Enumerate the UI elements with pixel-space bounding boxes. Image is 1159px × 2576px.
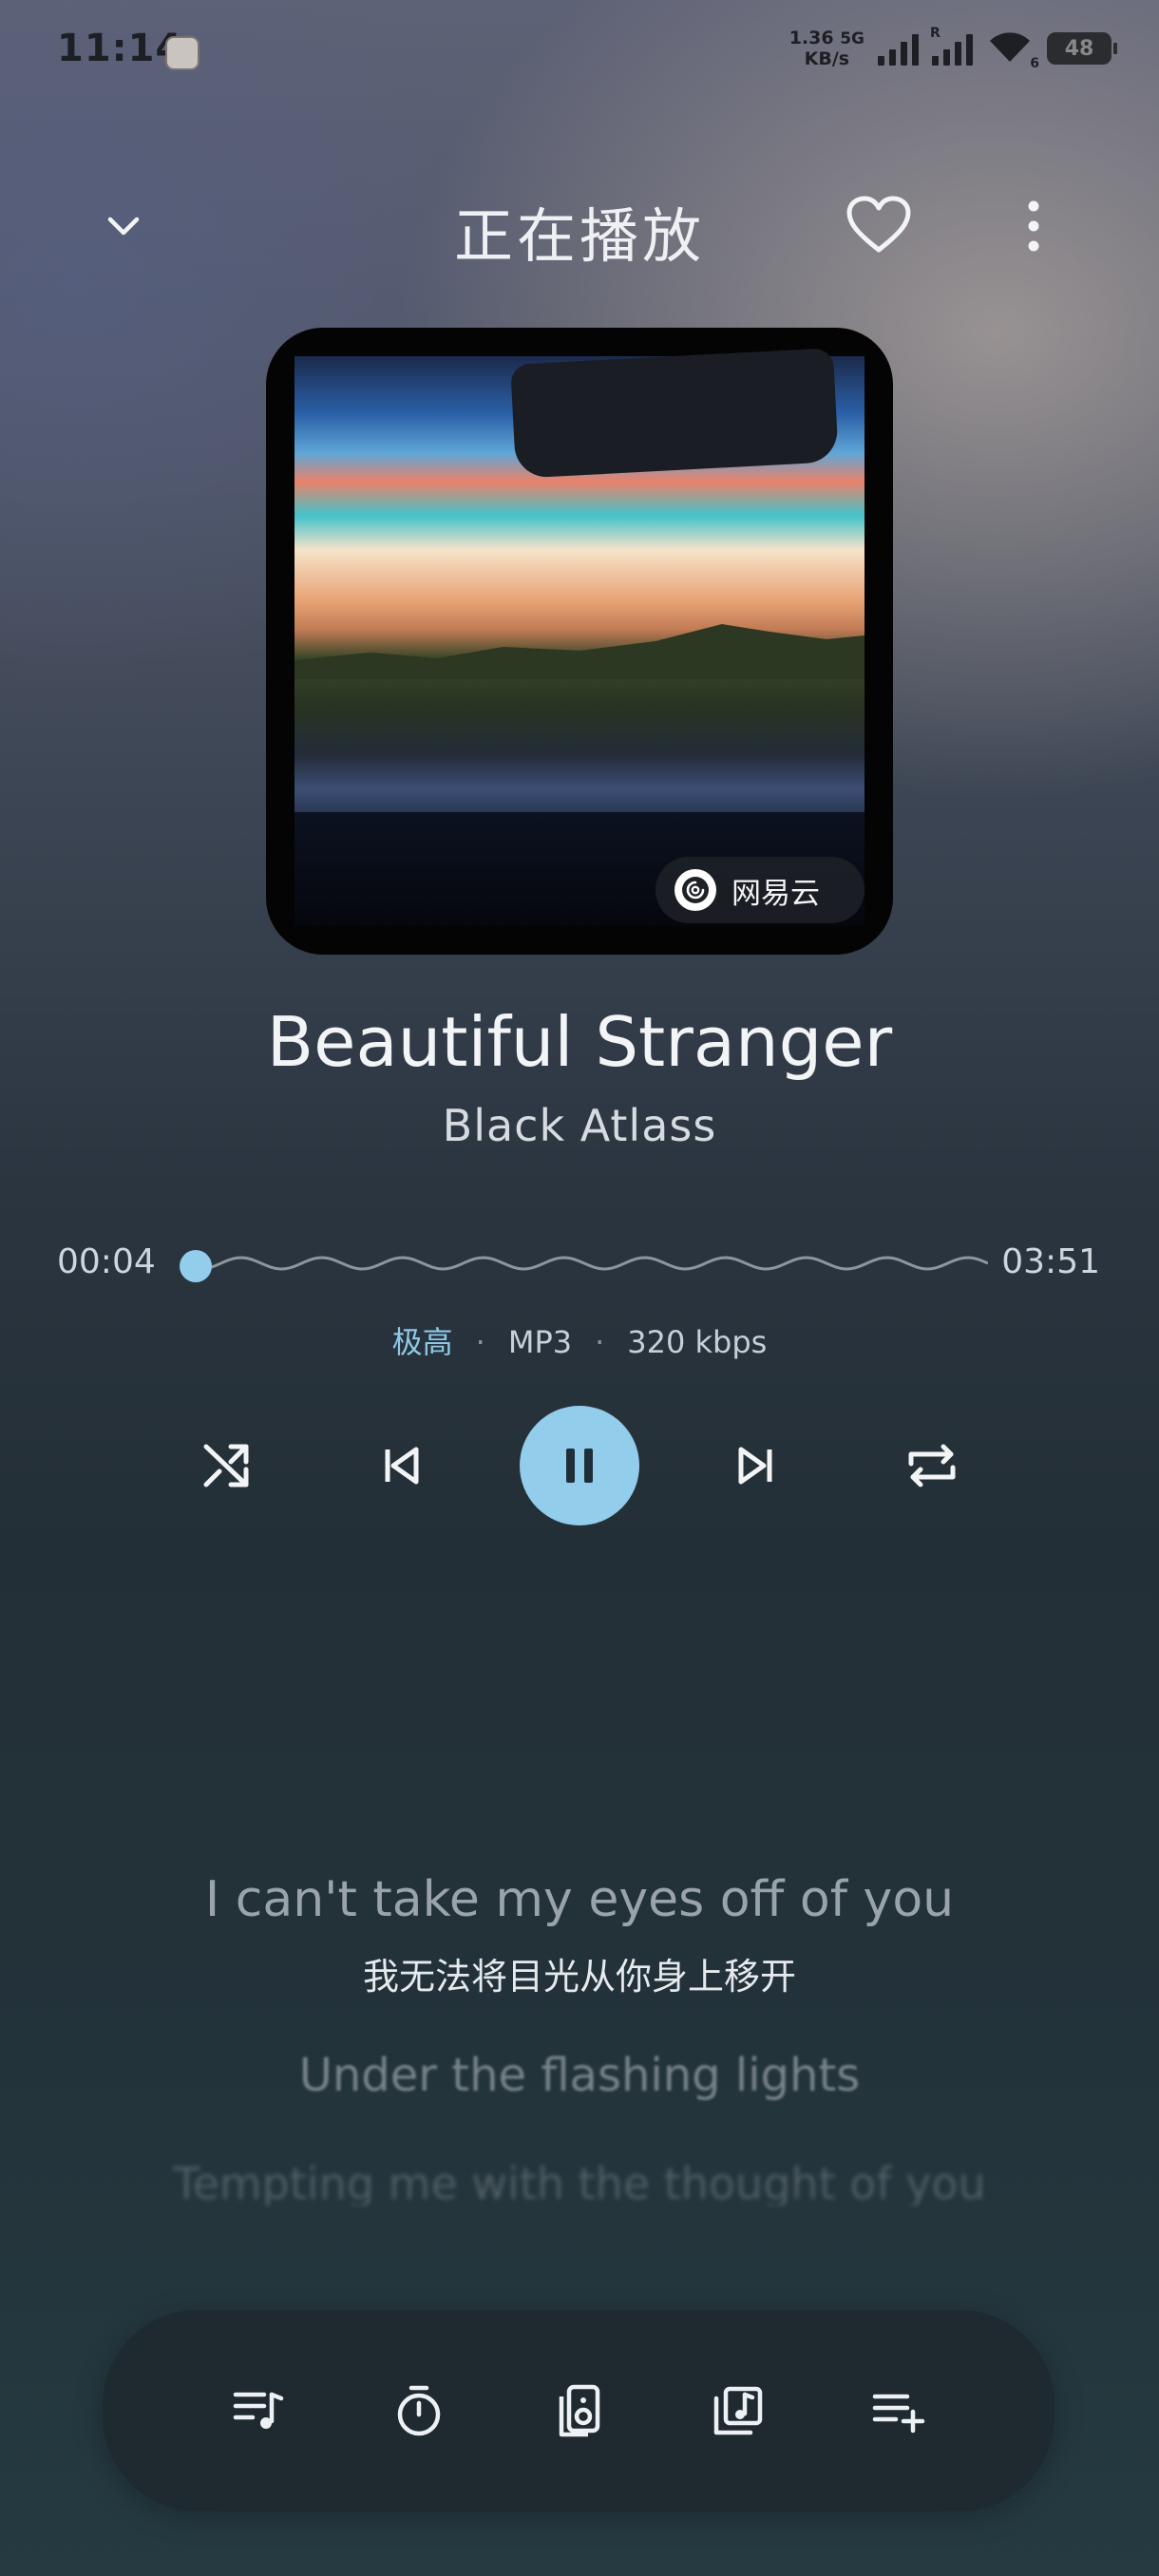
- speaker-icon[interactable]: [541, 2373, 617, 2449]
- network-speed-unit: KB/s: [804, 47, 850, 69]
- notification-app-icon: [165, 36, 200, 70]
- signal-sim2-icon: R: [930, 26, 973, 66]
- song-title: Beautiful Stranger: [266, 1002, 893, 1082]
- status-indicators: 1.36 5G KB/s R 6 48: [789, 25, 1117, 72]
- next-icon[interactable]: [724, 1434, 787, 1497]
- bitrate: 320 kbps: [627, 1324, 768, 1360]
- audio-format: MP3: [507, 1324, 573, 1360]
- wifi-level: 6: [1030, 56, 1039, 71]
- netease-badge: 网易云: [656, 857, 864, 923]
- album-artwork-image: [294, 348, 864, 926]
- progress-thumb[interactable]: [180, 1250, 212, 1282]
- progress-wave-track[interactable]: [180, 1244, 988, 1282]
- playlist-icon[interactable]: [220, 2373, 296, 2449]
- add-to-queue-icon[interactable]: [861, 2373, 937, 2449]
- lyric-current-translation[interactable]: 我无法将目光从你身上移开: [0, 1947, 1159, 1999]
- lyric-current-line[interactable]: I can't take my eyes off of you: [0, 1871, 1159, 1928]
- lyric-next-line[interactable]: Under the flashing lights: [0, 2049, 1159, 2102]
- source-badge-label: 网易云: [732, 876, 820, 911]
- pause-button[interactable]: [520, 1406, 639, 1525]
- network-speed-value: 1.36: [788, 27, 834, 48]
- network-type: 5G: [840, 28, 864, 48]
- bottom-action-bar: [103, 2310, 1054, 2511]
- status-time: 11:14: [57, 27, 183, 70]
- rearview-mirror-shape: [510, 348, 839, 479]
- music-library-icon[interactable]: [700, 2373, 776, 2449]
- shuffle-icon[interactable]: [194, 1434, 260, 1497]
- battery-level: 48: [1064, 36, 1094, 61]
- network-speed: 1.36 5G KB/s: [789, 28, 864, 69]
- repeat-icon[interactable]: [899, 1434, 965, 1497]
- wifi-icon: 6: [986, 29, 1039, 71]
- heart-icon[interactable]: [846, 195, 912, 256]
- artist-name[interactable]: Black Atlass: [0, 1100, 1159, 1151]
- audio-quality-info[interactable]: 极高 · MP3 · 320 kbps: [0, 1318, 1159, 1362]
- previous-icon[interactable]: [370, 1434, 433, 1497]
- more-vert-icon[interactable]: [1016, 198, 1051, 255]
- battery-icon: 48: [1047, 32, 1117, 65]
- signal-sim1-icon: [878, 31, 919, 66]
- netease-logo-icon: [674, 869, 716, 911]
- timer-icon[interactable]: [381, 2373, 457, 2449]
- quality-level: 极高: [391, 1324, 453, 1360]
- pause-icon: [566, 1449, 593, 1483]
- lyric-following-line[interactable]: Tempting me with the thought of you: [0, 2158, 1159, 2206]
- total-time: 03:51: [1001, 1242, 1100, 1281]
- current-time: 00:04: [57, 1242, 156, 1281]
- mountain-silhouette: [294, 624, 864, 679]
- page-title: 正在播放: [453, 201, 705, 271]
- sim2-roaming-label: R: [930, 26, 940, 41]
